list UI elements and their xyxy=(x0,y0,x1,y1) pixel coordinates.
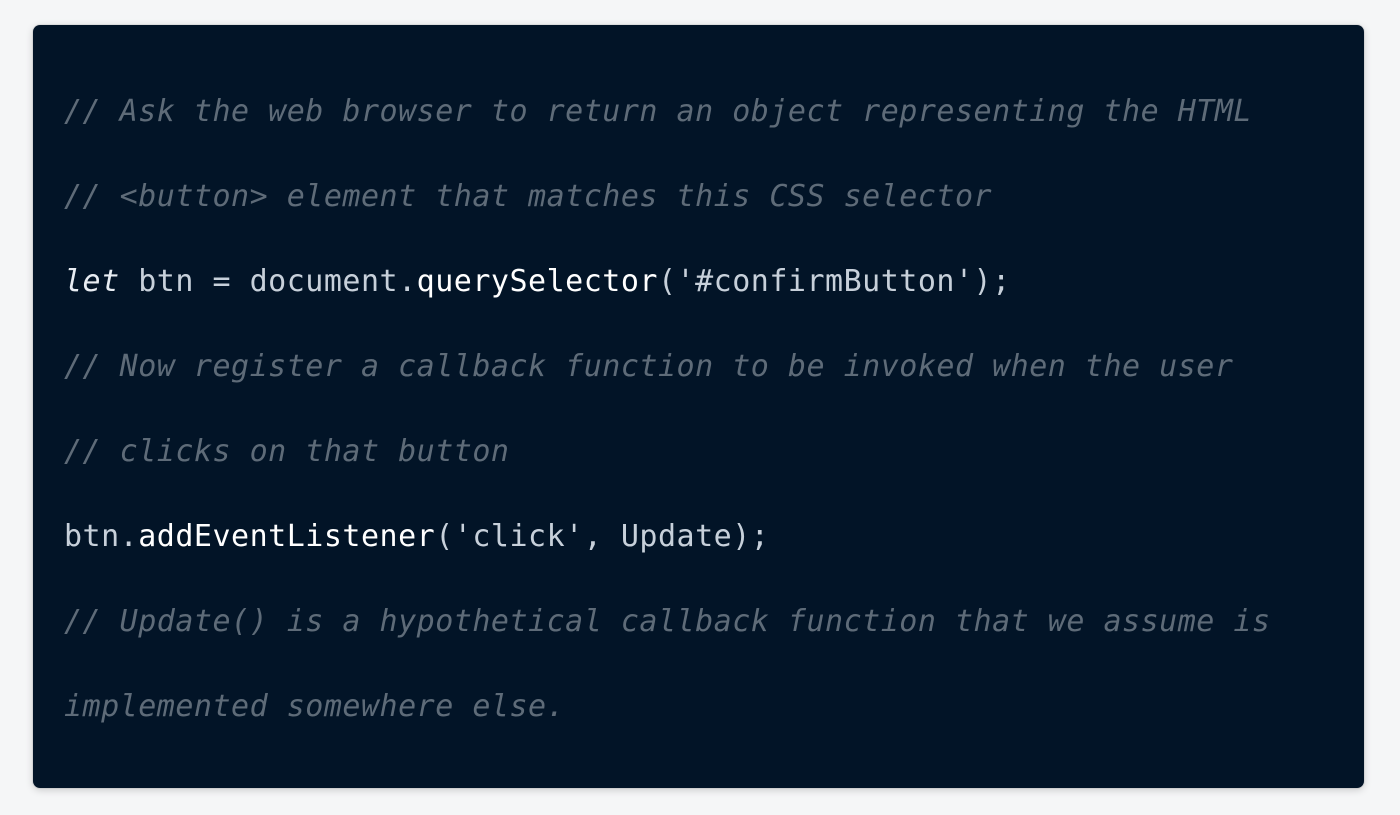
add-event-listener-arguments: ('click', Update); xyxy=(435,519,770,554)
let-keyword: let xyxy=(64,264,120,299)
add-event-listener-method: addEventListener xyxy=(138,519,436,554)
comment-line-4: // clicks on that button xyxy=(64,434,510,469)
code-block: // Ask the web browser to return an obje… xyxy=(33,25,1364,788)
page: // Ask the web browser to return an obje… xyxy=(0,0,1400,815)
comment-line-6: implemented somewhere else. xyxy=(64,689,566,724)
add-event-listener-prefix: btn. xyxy=(64,519,139,554)
comment-line-3: // Now register a callback function to b… xyxy=(64,349,1234,384)
query-selector-arguments: ('#confirmButton'); xyxy=(657,264,1011,299)
query-selector-method: querySelector xyxy=(416,264,658,299)
code-line-add-event-listener: btn.addEventListener('click', Update); xyxy=(64,500,1334,585)
comment-line-5: // Update() is a hypothetical callback f… xyxy=(64,604,1271,639)
comment-line-1: // Ask the web browser to return an obje… xyxy=(64,94,1252,129)
query-selector-prefix: btn = document. xyxy=(119,264,417,299)
code-line-query-selector: let btn = document.querySelector('#confi… xyxy=(64,245,1334,330)
comment-line-2: // <button> element that matches this CS… xyxy=(64,179,993,214)
